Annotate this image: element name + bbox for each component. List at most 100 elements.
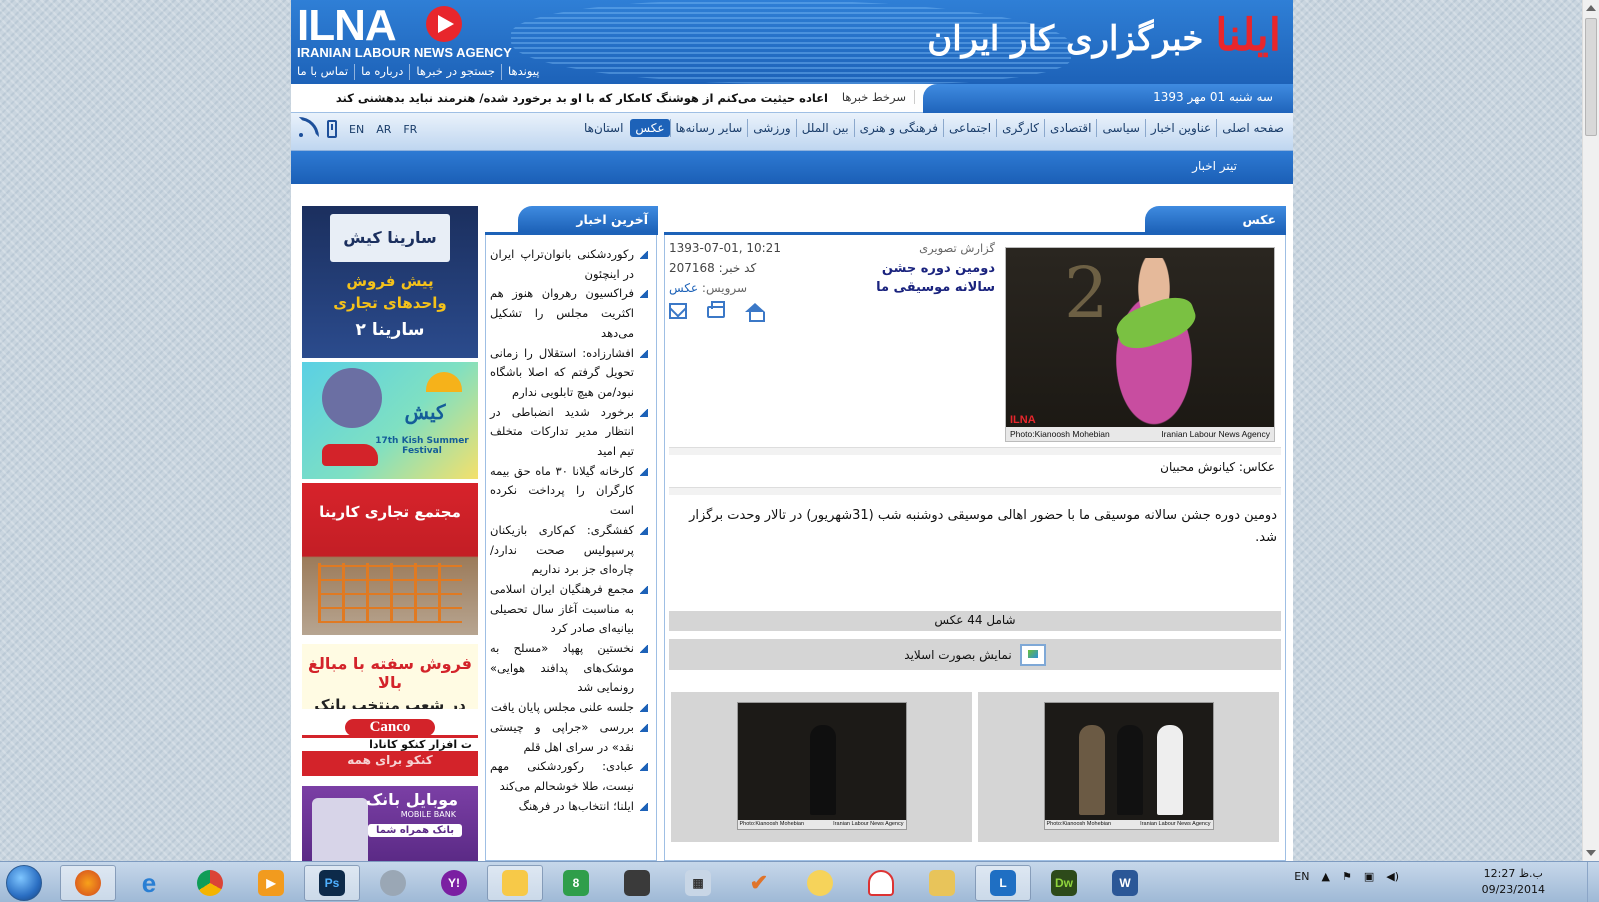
list-item[interactable]: افشارزاده: استقلال را زمانی تحویل گرفتم …: [490, 344, 650, 403]
ad-kish-festival[interactable]: کیش 17th Kish Summer Festival: [302, 362, 478, 479]
arrow-bullet-icon: [640, 763, 648, 772]
news-link[interactable]: کفشگری: کم‌کاری بازیکنان پرسپولیس صحت ند…: [490, 523, 634, 576]
news-link[interactable]: فراکسیون رهروان هنوز هم اکثریت مجلس را ت…: [490, 286, 634, 339]
link-contact[interactable]: تماس با ما: [291, 64, 354, 80]
nav-international[interactable]: بین الملل: [795, 119, 854, 137]
scroll-down-arrow-icon[interactable]: [1586, 850, 1596, 856]
ilna-logo[interactable]: ILNA: [297, 2, 397, 50]
latest-news-list: رکوردشکنی بانوان‌تراپ ایران در اینچئون ف…: [486, 235, 656, 816]
list-item[interactable]: کفشگری: کم‌کاری بازیکنان پرسپولیس صحت ند…: [490, 521, 650, 580]
taskbar-chrome[interactable]: [182, 865, 238, 901]
vertical-scrollbar[interactable]: [1582, 0, 1599, 861]
news-link[interactable]: برخورد شدید انضباطی در انتظار مدیر تدارک…: [490, 405, 634, 458]
nav-social[interactable]: اجتماعی: [942, 119, 996, 137]
clock[interactable]: 12:27 ب.ظ 09/23/2014: [1482, 866, 1545, 898]
start-button[interactable]: [6, 865, 42, 901]
news-link[interactable]: جلسه علنی مجلس پایان یافت: [491, 700, 634, 714]
ad-sarina-kish[interactable]: سارینا کیش پیش فروش واحدهای تجاری سارینا…: [302, 206, 478, 358]
photo-thumbnail[interactable]: Photo:Kianoosh Mohebian Iranian Labour N…: [671, 692, 972, 842]
nav-economy[interactable]: اقتصادی: [1043, 119, 1097, 137]
input-language[interactable]: EN: [1294, 870, 1309, 883]
link-about[interactable]: درباره ما: [354, 64, 409, 80]
taskbar-folder[interactable]: [914, 865, 970, 901]
ad-canco[interactable]: Canco ت افزار کنکو کانادا کنکو برای همه: [302, 719, 478, 776]
ad-kish-sub: 17th Kish Summer Festival: [375, 436, 469, 456]
brand-fa[interactable]: ایلنا خبرگزاری کار ایران: [927, 10, 1281, 61]
list-item[interactable]: بررسی «جراپی و چیستی نقد» در سرای اهل قل…: [490, 718, 650, 757]
nav-provinces[interactable]: استان‌ها: [579, 119, 628, 137]
ad-mobile-bank[interactable]: موبایل بانک MOBILE BANK بانک همراه شما: [302, 786, 478, 861]
taskbar-video-maker[interactable]: [609, 865, 665, 901]
list-item[interactable]: عبادی: رکوردشکنی مهم نیست، طلا خوشحالم م…: [490, 757, 650, 796]
network-icon[interactable]: ▣: [1364, 870, 1374, 883]
taskbar-yahoo-messenger[interactable]: Y!: [426, 865, 482, 901]
taskbar-windows8-app[interactable]: 8: [548, 865, 604, 901]
taskbar-media-player[interactable]: ▶: [243, 865, 299, 901]
ad-bank-melli[interactable]: فروش سفته با مبالغ بالا در شعب منتخب بان…: [302, 644, 478, 709]
taskbar-internet-explorer[interactable]: e: [121, 865, 177, 901]
tray-expand-icon[interactable]: ▲: [1321, 870, 1329, 883]
mobile-icon[interactable]: [327, 120, 337, 138]
taskbar-speedtest[interactable]: [853, 865, 909, 901]
nav-other-media[interactable]: سایر رسانه‌ها: [669, 119, 748, 137]
news-link[interactable]: مجمع فرهنگیان ایران اسلامی به مناسبت آغا…: [490, 582, 634, 635]
list-item[interactable]: فراکسیون رهروان هنوز هم اکثریت مجلس را ت…: [490, 284, 650, 343]
nav-politics[interactable]: سیاسی: [1096, 119, 1144, 137]
link-search-news[interactable]: جستجو در خبرها: [409, 64, 501, 80]
news-link[interactable]: افشارزاده: استقلال را زمانی تحویل گرفتم …: [490, 346, 634, 399]
clock-date: 09/23/2014: [1481, 883, 1545, 896]
nav-labour[interactable]: کارگری: [996, 119, 1044, 137]
news-link[interactable]: کارخانه گیلانا ۳۰ ماه حق بیمه کارگران را…: [490, 464, 634, 517]
news-link[interactable]: ایلنا؛ انتخاب‌ها در فرهنگ: [519, 799, 634, 813]
news-link[interactable]: نخستین پهپاد «مسلح به موشک‌های پدافند هو…: [490, 641, 634, 694]
list-item[interactable]: جلسه علنی مجلس پایان یافت: [490, 698, 650, 718]
lang-ar[interactable]: AR: [376, 123, 391, 136]
article-service-link[interactable]: عکس: [669, 281, 698, 295]
ticker-headline[interactable]: اعاده حیثیت می‌کنم از هوشنگ کامکار که با…: [336, 91, 828, 105]
list-item[interactable]: ایلنا؛ انتخاب‌ها در فرهنگ: [490, 797, 650, 817]
news-link[interactable]: بررسی «جراپی و چیستی نقد» در سرای اهل قل…: [490, 720, 634, 754]
article-main-photo[interactable]: 2 ILNA Photo:Kianoosh Mohebian Iranian L…: [1005, 247, 1275, 442]
list-item[interactable]: مجمع فرهنگیان ایران اسلامی به مناسبت آغا…: [490, 580, 650, 639]
list-item[interactable]: رکوردشکنی بانوان‌تراپ ایران در اینچئون: [490, 245, 650, 284]
show-desktop-button[interactable]: [1587, 862, 1599, 902]
taskbar-outlook[interactable]: [487, 865, 543, 901]
ad-karina-mall[interactable]: مجتمع تجاری کارینا: [302, 483, 478, 635]
nav-sports[interactable]: ورزشی: [747, 119, 795, 137]
taskbar-dreamweaver[interactable]: Dw: [1036, 865, 1092, 901]
nav-culture[interactable]: فرهنگی و هنری: [853, 119, 943, 137]
taskbar-word[interactable]: W: [1097, 865, 1153, 901]
volume-icon[interactable]: ◀): [1386, 870, 1399, 883]
list-item[interactable]: برخورد شدید انضباطی در انتظار مدیر تدارک…: [490, 403, 650, 462]
list-item[interactable]: کارخانه گیلانا ۳۰ ماه حق بیمه کارگران را…: [490, 462, 650, 521]
action-center-flag-icon[interactable]: ⚑: [1342, 870, 1352, 883]
email-icon[interactable]: [669, 303, 687, 319]
taskbar-photoshop[interactable]: Ps: [304, 865, 360, 901]
nav-home[interactable]: صفحه اصلی: [1216, 119, 1289, 137]
list-item[interactable]: نخستین پهپاد «مسلح به موشک‌های پدافند هو…: [490, 639, 650, 698]
film-icon: [624, 870, 650, 896]
news-link[interactable]: رکوردشکنی بانوان‌تراپ ایران در اینچئون: [490, 247, 634, 281]
nav-headlines[interactable]: عناوین اخبار: [1144, 119, 1216, 137]
home-icon[interactable]: [745, 303, 765, 322]
lang-fr[interactable]: FR: [403, 123, 417, 136]
rss-icon[interactable]: [299, 117, 319, 137]
print-icon[interactable]: [707, 301, 725, 318]
article-tools: [669, 301, 765, 322]
taskbar-firefox[interactable]: [60, 865, 116, 901]
lang-en[interactable]: EN: [349, 123, 364, 136]
photo-thumbnail[interactable]: Photo:Kianoosh Mohebian Iranian Labour N…: [978, 692, 1279, 842]
taskbar-utility[interactable]: [365, 865, 421, 901]
ad-canco-line1: ت افزار کنکو کانادا: [302, 738, 478, 751]
slideshow-button[interactable]: نمایش بصورت اسلاید: [669, 639, 1281, 670]
taskbar-lync[interactable]: L: [975, 865, 1031, 901]
taskbar-calculator[interactable]: ▦: [670, 865, 726, 901]
taskbar-sticker[interactable]: [792, 865, 848, 901]
scroll-up-arrow-icon[interactable]: [1586, 5, 1596, 11]
article-title[interactable]: دومین دوره جشن سالانه موسیقی ما: [855, 259, 995, 297]
link-links[interactable]: پیوندها: [501, 64, 545, 80]
taskbar-task-check[interactable]: ✔: [731, 865, 787, 901]
news-link[interactable]: عبادی: رکوردشکنی مهم نیست، طلا خوشحالم م…: [490, 759, 634, 793]
scrollbar-thumb[interactable]: [1585, 18, 1597, 136]
nav-photo[interactable]: عکس: [630, 119, 670, 137]
